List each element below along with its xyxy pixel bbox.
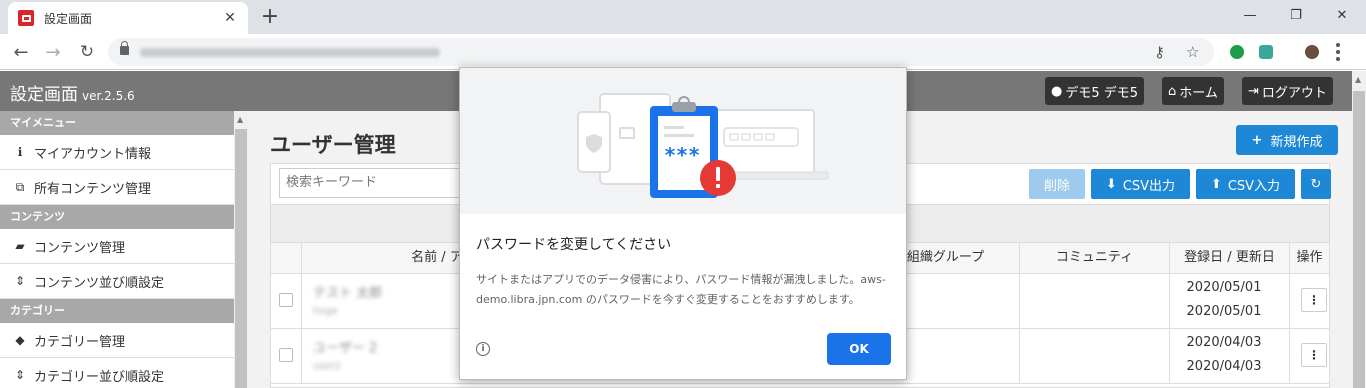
minimize-button[interactable]: —: [1227, 0, 1273, 30]
browser-tabstrip: 設定画面 ✕ + — ❐ ✕: [0, 0, 1366, 34]
site-favicon-icon: [18, 10, 34, 26]
sidebar-item-category-order[interactable]: ⇕ カテゴリー並び順設定: [0, 358, 234, 388]
user-button[interactable]: ● デモ5 デモ5: [1045, 77, 1145, 105]
url-text: [140, 48, 440, 57]
row-actions-button[interactable]: ⋮: [1301, 288, 1327, 312]
close-window-button[interactable]: ✕: [1319, 0, 1365, 30]
registered-date: 2020/05/01: [1186, 280, 1262, 295]
user-account: user2: [313, 361, 342, 372]
scroll-up-icon[interactable]: ▲: [1355, 75, 1361, 84]
password-illustration: ***: [460, 68, 906, 214]
book-icon: ▰: [15, 239, 25, 253]
page-scrollbar[interactable]: ▲: [1352, 71, 1366, 388]
ok-button[interactable]: OK: [827, 333, 891, 365]
sort-icon: ⇕: [14, 274, 26, 288]
info-icon[interactable]: i: [476, 342, 490, 356]
password-mask-text: ***: [664, 143, 700, 167]
user-name: ユーザー 2: [313, 341, 378, 356]
password-leak-dialog: *** パスワードを変更してください サイトまたはアプリでのデータ侵害により、パ…: [459, 67, 907, 380]
new-create-button[interactable]: + 新規作成: [1236, 125, 1338, 155]
home-button[interactable]: ⌂ ホーム: [1162, 77, 1224, 105]
back-icon[interactable]: ←: [8, 39, 34, 65]
close-tab-icon[interactable]: ✕: [222, 10, 238, 26]
star-icon[interactable]: ☆: [1186, 43, 1199, 61]
scroll-up-icon[interactable]: ▲: [237, 115, 243, 124]
tags-icon: ◆: [15, 333, 25, 347]
sidebar-item-contents-order[interactable]: ⇕ コンテンツ並び順設定: [0, 264, 234, 299]
sidebar-item-my-account[interactable]: ℹ マイアカウント情報: [0, 135, 234, 170]
delete-button[interactable]: 削除: [1029, 169, 1085, 199]
row-checkbox[interactable]: [279, 348, 293, 362]
refresh-button[interactable]: ↻: [1301, 169, 1331, 199]
address-bar[interactable]: ⚷ ☆: [108, 38, 1214, 66]
app-title: 設定画面 ver.2.5.6: [10, 85, 135, 105]
row-actions-button[interactable]: ⋮: [1301, 343, 1327, 367]
column-community: コミュニティ: [1019, 243, 1169, 273]
new-tab-button[interactable]: +: [258, 4, 282, 30]
sidebar: マイメニュー ℹ マイアカウント情報 ⧉ 所有コンテンツ管理 コンテンツ ▰ コンテン…: [0, 111, 234, 388]
dialog-body: サイトまたはアプリでのデータ侵害により、パスワード情報が漏洩しました。aws-d…: [476, 273, 886, 306]
plus-icon: +: [1251, 132, 1263, 148]
lock-icon: [120, 41, 129, 55]
user-icon: ●: [1051, 83, 1063, 99]
user-name: テスト 太郎: [313, 286, 383, 301]
sidebar-item-owned-contents[interactable]: ⧉ 所有コンテンツ管理: [0, 170, 234, 205]
key-icon[interactable]: ⚷: [1154, 43, 1165, 61]
home-icon: ⌂: [1168, 83, 1177, 99]
password-illustration-svg: ***: [577, 93, 829, 198]
profile-avatar-icon[interactable]: [1305, 45, 1319, 59]
extension-green-icon[interactable]: [1230, 45, 1244, 59]
registered-date: 2020/04/03: [1186, 335, 1262, 350]
column-dates: 登録日 / 更新日: [1169, 243, 1289, 273]
sidebar-section-category: カテゴリー: [0, 299, 234, 323]
updated-date: 2020/05/01: [1186, 304, 1262, 319]
info-icon: ℹ: [17, 145, 23, 159]
download-icon: ⬇: [1105, 176, 1117, 192]
sidebar-item-contents-admin[interactable]: ▰ コンテンツ管理: [0, 229, 234, 264]
page-title: ユーザー管理: [270, 133, 396, 157]
csv-export-button[interactable]: ⬇ CSV出力: [1091, 169, 1190, 199]
sidebar-scrollbar[interactable]: ▲: [234, 111, 248, 388]
extension-teal-icon[interactable]: [1259, 45, 1273, 59]
tab-title: 設定画面: [44, 11, 93, 26]
user-account: hoge: [313, 306, 338, 317]
sidebar-section-contents: コンテンツ: [0, 205, 234, 229]
page-scroll-thumb[interactable]: [1353, 91, 1365, 388]
upload-icon: ⬆: [1210, 176, 1222, 192]
logout-icon: ⇥: [1248, 83, 1259, 99]
sort-icon: ⇕: [14, 368, 26, 382]
browser-toolbar: ← → ↻ ⚷ ☆: [0, 34, 1366, 70]
refresh-icon: ↻: [1310, 176, 1322, 192]
csv-import-button[interactable]: ⬆ CSV入力: [1196, 169, 1295, 199]
column-actions: 操作: [1289, 243, 1329, 273]
updated-date: 2020/04/03: [1186, 359, 1262, 374]
app-version: ver.2.5.6: [82, 89, 135, 103]
row-checkbox[interactable]: [279, 293, 293, 307]
sidebar-section-mymenu: マイメニュー: [0, 111, 234, 135]
sidebar-item-category-admin[interactable]: ◆ カテゴリー管理: [0, 323, 234, 358]
browser-menu-icon[interactable]: [1336, 43, 1340, 61]
copy-icon: ⧉: [15, 179, 25, 194]
sidebar-scroll-thumb[interactable]: [235, 129, 247, 388]
dialog-title: パスワードを変更してください: [476, 237, 672, 253]
reload-icon[interactable]: ↻: [74, 39, 100, 65]
forward-icon[interactable]: →: [40, 39, 66, 65]
maximize-button[interactable]: ❐: [1273, 0, 1319, 30]
logout-button[interactable]: ⇥ ログアウト: [1242, 77, 1333, 105]
select-column: [271, 243, 301, 273]
browser-tab[interactable]: 設定画面 ✕: [8, 2, 248, 34]
